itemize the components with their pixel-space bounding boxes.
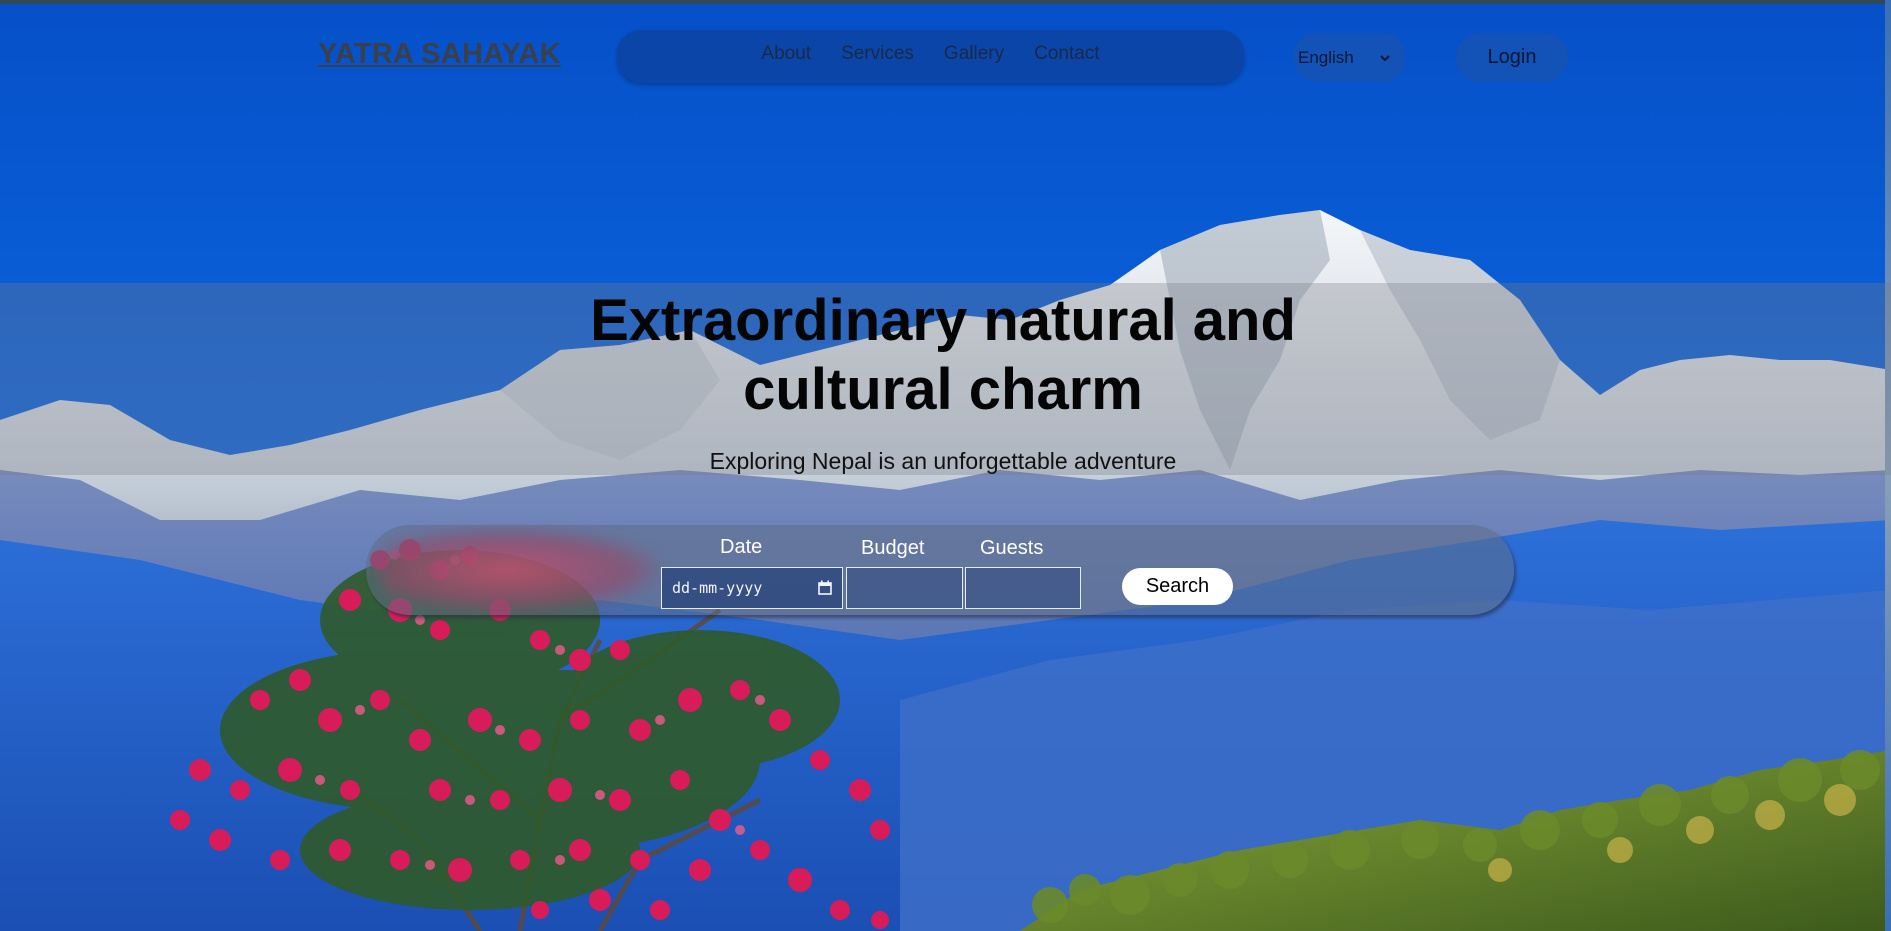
hero-headline-line-2: cultural charm: [743, 357, 1143, 422]
search-bar-blur: [380, 528, 660, 612]
site-logo[interactable]: YATRA SAHAYAK: [318, 38, 561, 71]
window-top-border: [0, 0, 1891, 4]
budget-input[interactable]: [846, 567, 963, 609]
main-nav: About Services Gallery Contact: [617, 30, 1244, 83]
hero-headline-line-1: Extraordinary natural and: [590, 288, 1296, 353]
chevron-down-icon: [1380, 55, 1390, 62]
nav-link-services[interactable]: Services: [841, 43, 914, 65]
nav-link-contact[interactable]: Contact: [1034, 43, 1099, 65]
guests-input[interactable]: [965, 567, 1081, 609]
hero-subtitle: Exploring Nepal is an unforgettable adve…: [709, 448, 1177, 474]
hero-headline: Extraordinary natural and cultural charm: [0, 286, 1886, 424]
nav-link-gallery[interactable]: Gallery: [944, 43, 1004, 65]
budget-label: Budget: [861, 537, 925, 559]
language-select-value: English: [1298, 47, 1354, 67]
language-select[interactable]: English: [1294, 33, 1405, 82]
date-input-placeholder: dd-mm-yyyy: [672, 579, 763, 597]
login-button[interactable]: Login: [1456, 33, 1568, 82]
nav-link-about[interactable]: About: [761, 43, 811, 65]
search-button[interactable]: Search: [1122, 568, 1233, 605]
calendar-icon[interactable]: [818, 580, 832, 595]
guests-label: Guests: [980, 537, 1044, 559]
date-input[interactable]: dd-mm-yyyy: [661, 567, 843, 609]
date-label: Date: [720, 536, 763, 558]
